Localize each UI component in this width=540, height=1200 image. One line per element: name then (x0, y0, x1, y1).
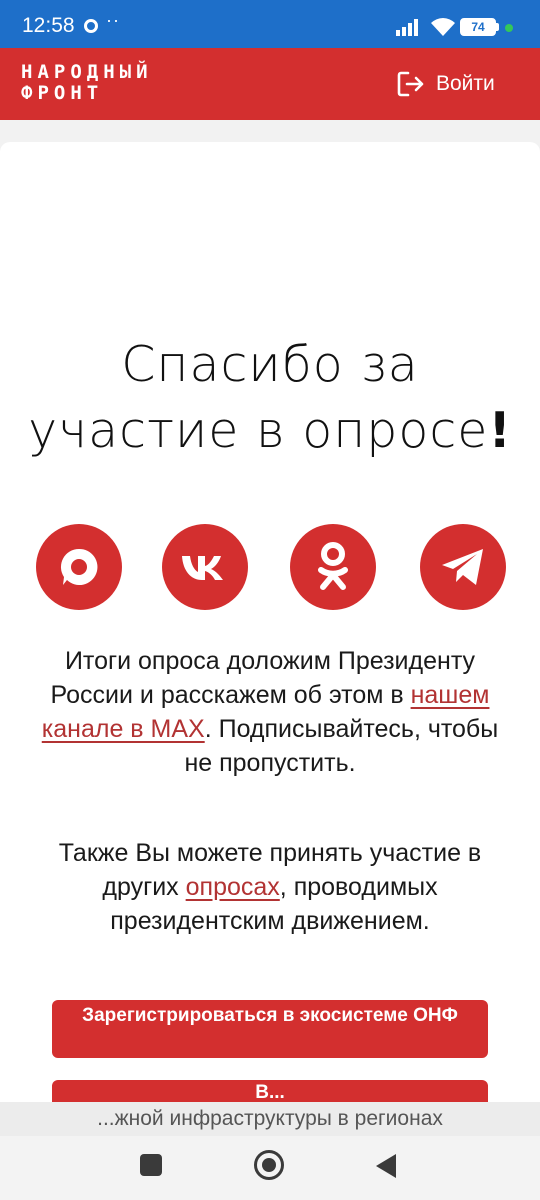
results-paragraph: Итоги опроса доложим Президенту России и… (30, 644, 510, 780)
logo-line-2: ФРОНТ (21, 82, 104, 104)
results-text-end: . Подписывайтесь, чтобы не пропустить. (184, 715, 499, 777)
register-button[interactable]: Зарегистрироваться в экосистеме ОНФ (52, 1000, 488, 1058)
title-line-2: участие в опросе (28, 402, 489, 459)
site-header: НАРОДНЫЙ ФРОНТ Войти (0, 48, 540, 120)
title-line-1: Спасибо за (121, 336, 419, 393)
signal-icon (396, 19, 418, 36)
battery-level: 74 (462, 19, 494, 35)
notification-ring-icon (84, 19, 98, 33)
page-title: Спасибо за участие в опросе! (20, 332, 520, 464)
telegram-link[interactable] (420, 524, 506, 610)
login-icon (397, 71, 424, 97)
login-label: Войти (436, 72, 495, 95)
social-links (0, 524, 540, 612)
page-title-tooltip: ...жной инфраструктуры в регионах (0, 1102, 540, 1136)
max-link[interactable] (36, 524, 122, 610)
status-bar: 12:58 ·· 74 (0, 0, 540, 48)
home-button[interactable] (254, 1150, 284, 1180)
system-navigation-bar (0, 1136, 540, 1200)
title-exclamation: ! (488, 402, 512, 459)
battery-icon: 74 (460, 18, 496, 36)
back-button[interactable] (376, 1154, 396, 1178)
surveys-link[interactable]: опросах (186, 873, 280, 901)
other-surveys-paragraph: Также Вы можете принять участие в других… (30, 836, 510, 938)
vk-icon (182, 556, 223, 580)
status-time: 12:58 (22, 14, 75, 37)
telegram-icon (442, 549, 483, 585)
odnoklassniki-link[interactable] (290, 524, 376, 610)
more-notifications-icon: ·· (106, 10, 120, 30)
content-card: Спасибо за участие в опросе! Итоги опрос… (0, 142, 540, 1200)
recents-button[interactable] (140, 1154, 162, 1176)
odnoklassniki-icon (318, 542, 348, 590)
battery-tip (496, 23, 499, 31)
onf-logo[interactable]: НАРОДНЫЙ ФРОНТ (21, 62, 153, 104)
privacy-indicator-icon (505, 24, 513, 32)
wifi-icon (431, 18, 455, 36)
max-icon (60, 548, 98, 585)
vk-link[interactable] (162, 524, 248, 610)
login-button[interactable]: Войти (396, 68, 495, 100)
screen: 12:58 ·· 74 НАРОДНЫЙ ФРОНТ Войти Спасибо… (0, 0, 540, 1200)
logo-line-1: НАРОДНЫЙ (21, 61, 153, 83)
